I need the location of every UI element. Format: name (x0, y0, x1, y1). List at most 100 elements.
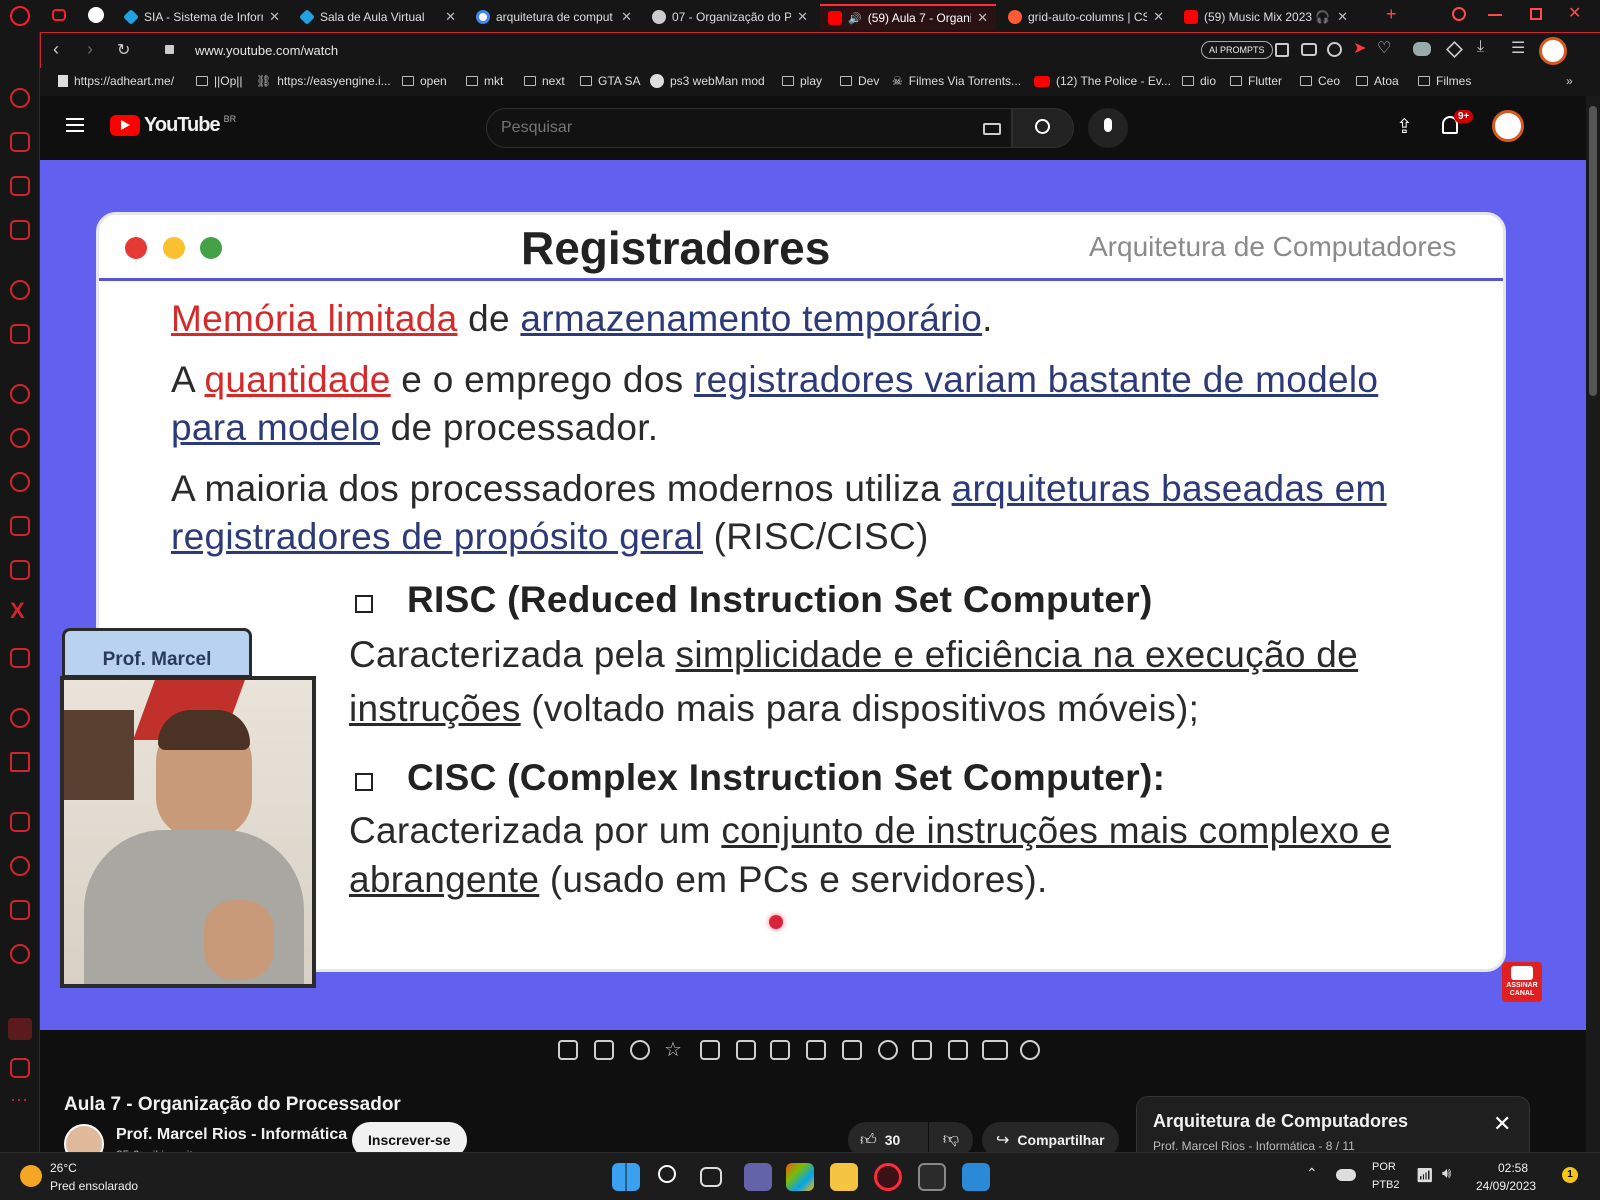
gallery-icon[interactable] (10, 1058, 30, 1078)
playlist-panel[interactable]: Arquitetura de Computadores Prof. Marcel… (1136, 1096, 1530, 1156)
bookmark[interactable]: ||Op|| (196, 74, 242, 88)
shopping-icon[interactable] (10, 132, 30, 152)
whatsapp-icon[interactable] (10, 428, 30, 448)
discord-icon[interactable] (10, 648, 30, 668)
hamburger-menu-icon[interactable] (66, 118, 84, 132)
page-scrollbar[interactable] (1586, 96, 1600, 1152)
tab[interactable]: arquitetura de comput ✕ (468, 4, 640, 30)
minimize-button[interactable] (1488, 14, 1502, 16)
messenger-icon[interactable] (10, 384, 30, 404)
video-player[interactable]: Registradores Arquitetura de Computadore… (40, 160, 1586, 1030)
subscribe-channel-badge[interactable]: ASSINAR CANAL (1502, 962, 1542, 1002)
instagram-icon[interactable] (10, 516, 30, 536)
weather-desc[interactable]: Pred ensolarado (50, 1179, 138, 1193)
bookmark[interactable]: Ceo (1300, 74, 1340, 88)
account-avatar[interactable] (1492, 110, 1524, 142)
vpn-mask-icon[interactable] (1413, 42, 1431, 56)
volume-icon[interactable]: 🔊︎ (1442, 1165, 1451, 1182)
send-icon[interactable] (10, 752, 30, 772)
loop-icon[interactable] (558, 1040, 578, 1060)
teams-chat-icon[interactable] (744, 1163, 772, 1191)
scrollbar-thumb[interactable] (1589, 106, 1597, 396)
tiktok-icon[interactable] (10, 560, 30, 580)
search-button[interactable] (1012, 108, 1074, 148)
keyboard-icon[interactable] (982, 1040, 1008, 1060)
ai-prompts-button[interactable]: AI PROMPTS (1201, 41, 1273, 59)
screenshot-camera-icon[interactable] (948, 1040, 968, 1060)
forward-button[interactable]: › (87, 39, 93, 60)
history-icon[interactable] (10, 856, 30, 876)
clock-time[interactable]: 02:58 (1498, 1161, 1528, 1175)
bookmark[interactable]: play (782, 74, 822, 88)
speed-dial-icon[interactable] (10, 88, 30, 108)
close-icon[interactable]: ✕ (1337, 9, 1348, 25)
plus-screen-icon[interactable] (912, 1040, 932, 1060)
lang-2[interactable]: PTB2 (1372, 1179, 1400, 1191)
close-icon[interactable]: ✕ (1493, 1111, 1511, 1137)
terminal-icon[interactable] (918, 1163, 946, 1191)
opera-logo-icon[interactable] (10, 6, 30, 26)
bookmark[interactable]: Dev (840, 74, 879, 88)
task-view-icon[interactable] (700, 1167, 722, 1187)
bookmark[interactable]: next (524, 74, 565, 88)
settings-gear-icon[interactable] (1020, 1040, 1040, 1060)
close-icon[interactable]: ✕ (797, 9, 808, 25)
close-icon[interactable]: ✕ (1153, 9, 1164, 25)
sort-icon[interactable] (594, 1040, 614, 1060)
bookmark[interactable]: Flutter (1230, 74, 1282, 88)
opera-gx-taskbar-icon[interactable] (874, 1163, 902, 1191)
onedrive-cloud-icon[interactable] (1336, 1169, 1356, 1181)
resize-icon[interactable] (806, 1040, 826, 1060)
close-window-button[interactable]: ✕ (1568, 3, 1581, 23)
bookmark[interactable]: mkt (466, 74, 503, 88)
chat-icon[interactable] (10, 324, 30, 344)
sidebar-app-icon[interactable] (8, 1018, 32, 1040)
more-bookmarks-icon[interactable]: » (1566, 74, 1573, 88)
adblock-icon[interactable] (1327, 42, 1342, 57)
notification-badge[interactable]: 1 (1562, 1167, 1578, 1183)
star-icon[interactable]: ☆ (664, 1037, 682, 1062)
tab[interactable]: SIA - Sistema de Inform ✕ (116, 4, 288, 30)
tab-active[interactable]: 🔊 (59) Aula 7 - Organi ✕ (820, 4, 996, 30)
profile-avatar[interactable] (1539, 37, 1567, 65)
edit-icon[interactable] (10, 812, 30, 832)
bookmark[interactable]: Atoa (1356, 74, 1399, 88)
heart-icon[interactable]: ♡ (1377, 38, 1391, 58)
close-icon[interactable]: ✕ (621, 9, 632, 25)
tab[interactable]: 07 - Organização do Pr ✕ (644, 4, 816, 30)
view-icon[interactable] (736, 1040, 756, 1060)
speaker-icon[interactable]: 🔊 (848, 12, 862, 25)
store-icon[interactable] (786, 1163, 814, 1191)
close-icon[interactable]: ✕ (269, 9, 280, 25)
flow-send-icon[interactable]: ➤ (1353, 38, 1366, 58)
chevron-up-icon[interactable]: ⌃ (1306, 1165, 1318, 1182)
bookmark[interactable]: Filmes (1418, 74, 1471, 88)
search-box[interactable] (486, 108, 1012, 148)
player-icon[interactable] (10, 708, 30, 728)
ai-chip-icon[interactable] (10, 220, 30, 240)
twitch-icon[interactable] (10, 176, 30, 196)
search-input[interactable] (501, 117, 961, 139)
download-icon[interactable]: ⤓ (1477, 38, 1484, 56)
bookmark[interactable]: (12) The Police - Ev... (1034, 74, 1171, 88)
bookmark[interactable]: open (402, 74, 447, 88)
tab[interactable]: Sala de Aula Virtual ✕ (292, 4, 464, 30)
back-button[interactable]: ‹ (53, 39, 59, 60)
search-icon[interactable] (658, 1165, 676, 1183)
keyboard-icon[interactable] (983, 123, 1001, 135)
extensions-cube-icon[interactable] (10, 900, 30, 920)
cinema-icon[interactable] (770, 1040, 790, 1060)
aria-icon[interactable] (10, 280, 30, 300)
more-icon[interactable]: ⋯ (10, 1090, 28, 1111)
telegram-icon[interactable] (10, 472, 30, 492)
settings-gear-icon[interactable] (10, 944, 30, 964)
wifi-icon[interactable]: 📶︎ (1416, 1167, 1434, 1184)
weather-sun-icon[interactable] (20, 1165, 42, 1187)
close-icon[interactable]: ✕ (977, 10, 988, 26)
upload-icon[interactable]: ⇪ (1396, 114, 1413, 139)
tab-opera-circle-icon[interactable] (88, 7, 104, 23)
bookmark[interactable]: GTA SA (580, 74, 640, 88)
weather-temp[interactable]: 26°C (50, 1161, 77, 1175)
bookmark[interactable]: ps3 webMan mod (650, 74, 765, 88)
windows-start-icon[interactable] (612, 1163, 640, 1191)
